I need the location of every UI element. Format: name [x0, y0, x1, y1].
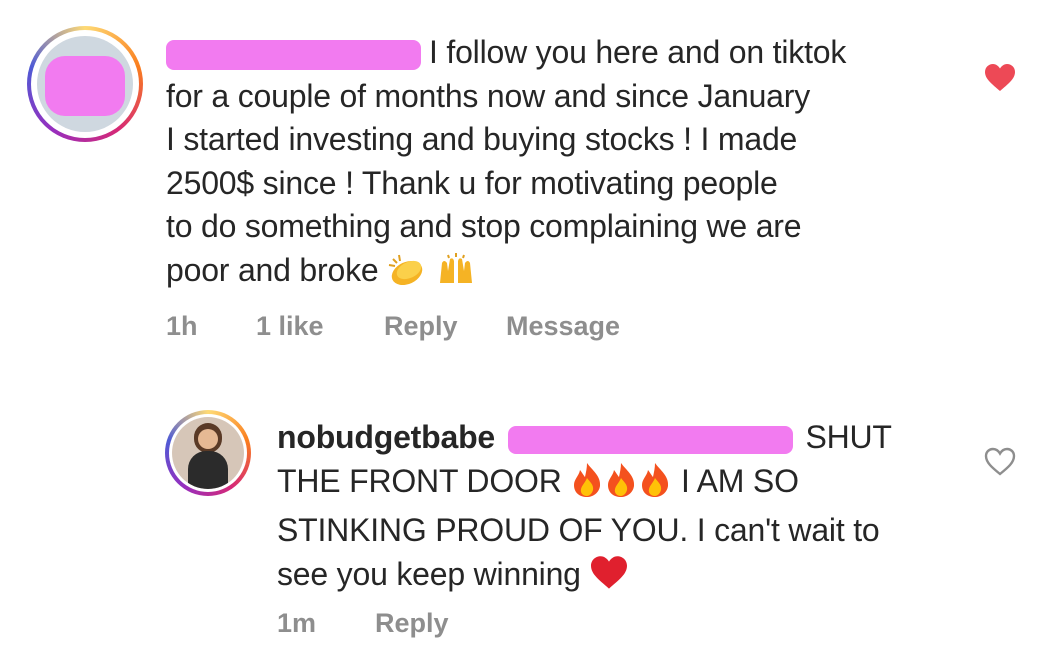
- comment-line: I follow you here and on tiktok: [429, 34, 847, 70]
- red-heart-icon: [589, 555, 629, 603]
- comment-body: I follow you here and on tiktok for a co…: [166, 31, 966, 298]
- reply-body: nobudgetbabe SHUT THE FRONT DOOR I AM SO…: [277, 416, 997, 602]
- comment-time: 1h: [166, 311, 198, 341]
- likes-count[interactable]: 1 like: [256, 311, 324, 342]
- clapping-hands-icon: [387, 253, 427, 299]
- reply-time: 1m: [277, 608, 317, 638]
- fire-icon: [604, 462, 638, 510]
- mention-redaction: [507, 425, 793, 454]
- comment-line: to do something and stop complaining we …: [166, 208, 802, 244]
- reply-line: STINKING PROUD OF YOU. I can't wait to: [277, 512, 880, 548]
- reply-avatar[interactable]: [165, 410, 251, 496]
- reply-meta: 1m Reply: [277, 608, 677, 644]
- comment-line: 2500$ since ! Thank u for motivating peo…: [166, 164, 778, 201]
- liked-heart-icon[interactable]: [984, 63, 1016, 93]
- reply-line: I AM SO: [681, 462, 799, 499]
- comment-line: I started investing and buying stocks ! …: [166, 121, 798, 157]
- username-redaction: [166, 39, 421, 70]
- fire-icon: [570, 462, 604, 510]
- reply-line: SHUT: [805, 419, 892, 455]
- reply-username[interactable]: nobudgetbabe: [277, 419, 495, 455]
- message-button[interactable]: Message: [506, 311, 620, 342]
- reply-button[interactable]: Reply: [384, 311, 458, 342]
- comment-line: for a couple of months now and since Jan…: [166, 77, 811, 114]
- avatar-redaction: [45, 56, 125, 116]
- reply-reply-button[interactable]: Reply: [375, 608, 449, 639]
- comment-line: poor and broke: [166, 251, 379, 288]
- like-heart-outline-icon[interactable]: [984, 447, 1016, 477]
- raising-hands-icon: [436, 252, 476, 299]
- reply-line: THE FRONT DOOR: [277, 462, 562, 499]
- fire-icon: [638, 462, 672, 510]
- comment-meta: 1h 1 like Reply Message: [166, 311, 766, 347]
- commenter-avatar[interactable]: [27, 26, 143, 142]
- reply-line: see you keep winning: [277, 555, 581, 592]
